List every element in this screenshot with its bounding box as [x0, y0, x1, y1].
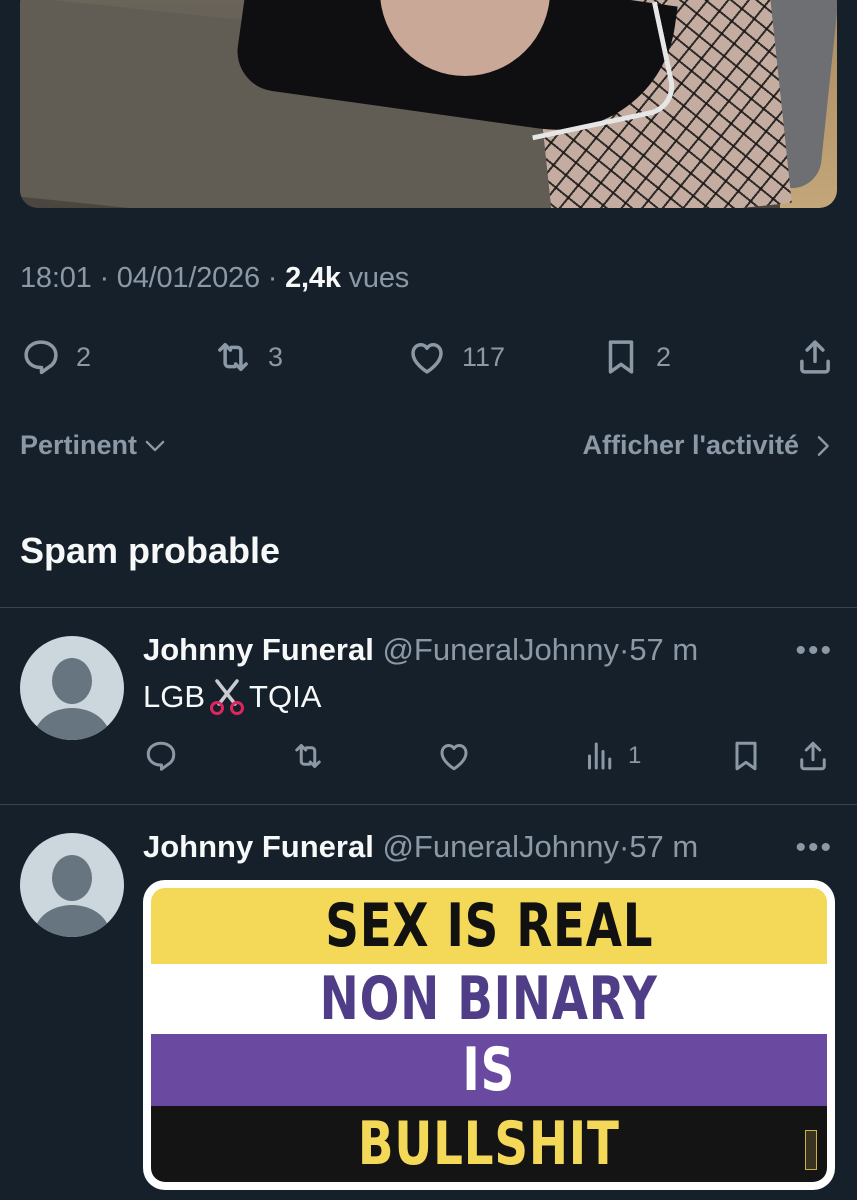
tweet-time: 18:01	[20, 262, 92, 294]
chevron-down-icon	[145, 440, 165, 451]
avatar-body-shape	[34, 708, 110, 740]
bookmark-button[interactable]	[728, 738, 764, 774]
reply-button[interactable]: 2	[20, 336, 91, 378]
reply-text-before: LGB	[143, 679, 206, 714]
bookmark-icon	[735, 741, 757, 771]
avatar[interactable]	[20, 833, 124, 937]
bookmark-count: 2	[656, 341, 672, 372]
retweet-button[interactable]: 3	[212, 336, 283, 378]
avatar-head-shape	[52, 658, 92, 704]
like-icon	[440, 744, 468, 771]
avatar-head-shape	[52, 855, 92, 901]
reply-time: 57 m	[629, 829, 699, 864]
share-icon	[800, 741, 826, 771]
section-title: Spam probable	[20, 530, 281, 571]
bookmark-button[interactable]: 2	[600, 336, 671, 378]
reply-author-handle[interactable]: @FuneralJohnny	[382, 829, 619, 864]
views-button[interactable]: 1	[582, 738, 641, 774]
divider	[0, 607, 857, 608]
sticker-band-black: BULLSHIT	[151, 1106, 827, 1182]
show-activity-link[interactable]: Afficher l'activité	[583, 430, 838, 461]
views-icon	[588, 742, 612, 770]
reply-header: Johnny Funeral @FuneralJohnny·57 m	[143, 632, 698, 668]
avatar[interactable]	[20, 636, 124, 740]
reply-icon	[146, 741, 176, 771]
bookmark-icon	[608, 340, 634, 374]
share-icon	[800, 340, 830, 374]
sticker-band-purple: IS	[151, 1034, 827, 1106]
sticker-line-2: NON BINARY	[319, 964, 659, 1034]
like-button[interactable]: 117	[406, 336, 505, 378]
sort-dropdown[interactable]: Pertinent	[20, 430, 169, 461]
like-icon	[411, 343, 443, 374]
tweet-meta: 18:01 · 04/01/2026 · 2,4k vues	[20, 262, 409, 295]
reply-icon	[24, 340, 58, 375]
tweet-action-bar: 2 3 117 2	[0, 336, 857, 382]
scissors-icon	[210, 679, 245, 715]
reply-author-handle[interactable]: @FuneralJohnny	[382, 632, 619, 667]
tweet-date: 04/01/2026	[116, 262, 260, 294]
sticker-line-4: BULLSHIT	[358, 1109, 620, 1179]
more-icon[interactable]: •••	[795, 634, 833, 668]
divider	[0, 804, 857, 805]
chevron-right-icon	[817, 435, 829, 456]
sticker-line-1: SEX IS REAL	[324, 891, 654, 961]
retweet-icon	[295, 744, 321, 768]
sticker-band-white: NON BINARY	[151, 964, 827, 1034]
reply-header: Johnny Funeral @FuneralJohnny·57 m	[143, 829, 698, 865]
avatar-body-shape	[34, 905, 110, 937]
retweet-button[interactable]	[290, 738, 326, 774]
reply-separator: ·	[618, 632, 630, 667]
views-count: 1	[628, 742, 642, 769]
reply-separator: ·	[618, 829, 630, 864]
retweet-icon	[218, 343, 248, 371]
sticker-flag: SEX IS REAL NON BINARY IS BULLSHIT	[151, 888, 827, 1182]
retweet-count: 3	[268, 341, 284, 372]
views-count[interactable]: 2,4k	[285, 262, 341, 294]
reply-item[interactable]: Johnny Funeral @FuneralJohnny·57 m ••• L…	[0, 632, 857, 804]
reply-text-after: TQIA	[249, 679, 322, 714]
more-icon[interactable]: •••	[795, 831, 833, 865]
views-label: vues	[348, 262, 410, 294]
reply-action-bar: 1	[0, 738, 857, 778]
reply-count: 2	[76, 341, 92, 372]
meta-separator: ·	[267, 262, 278, 294]
like-button[interactable]	[436, 738, 472, 774]
sticker-line-3: IS	[462, 1035, 516, 1105]
sticker-band-yellow: SEX IS REAL	[151, 888, 827, 964]
share-button[interactable]	[794, 336, 836, 378]
sticker-watermark	[805, 1130, 817, 1170]
reply-button[interactable]	[143, 738, 179, 774]
reply-author-name[interactable]: Johnny Funeral	[143, 829, 374, 864]
sort-label: Pertinent	[20, 430, 138, 460]
like-count: 117	[462, 341, 506, 372]
reply-time: 57 m	[629, 632, 699, 667]
meta-separator: ·	[99, 262, 109, 294]
replies-sort-row: Pertinent Afficher l'activité	[20, 430, 837, 470]
reply-text: LGB TQIA	[143, 678, 321, 716]
reply-author-name[interactable]: Johnny Funeral	[143, 632, 374, 667]
reply-media-image[interactable]: SEX IS REAL NON BINARY IS BULLSHIT	[143, 880, 835, 1190]
share-button[interactable]	[795, 738, 831, 774]
reply-item[interactable]: Johnny Funeral @FuneralJohnny·57 m •••	[0, 829, 857, 937]
tweet-media-image[interactable]	[20, 0, 837, 208]
activity-label: Afficher l'activité	[582, 430, 800, 460]
